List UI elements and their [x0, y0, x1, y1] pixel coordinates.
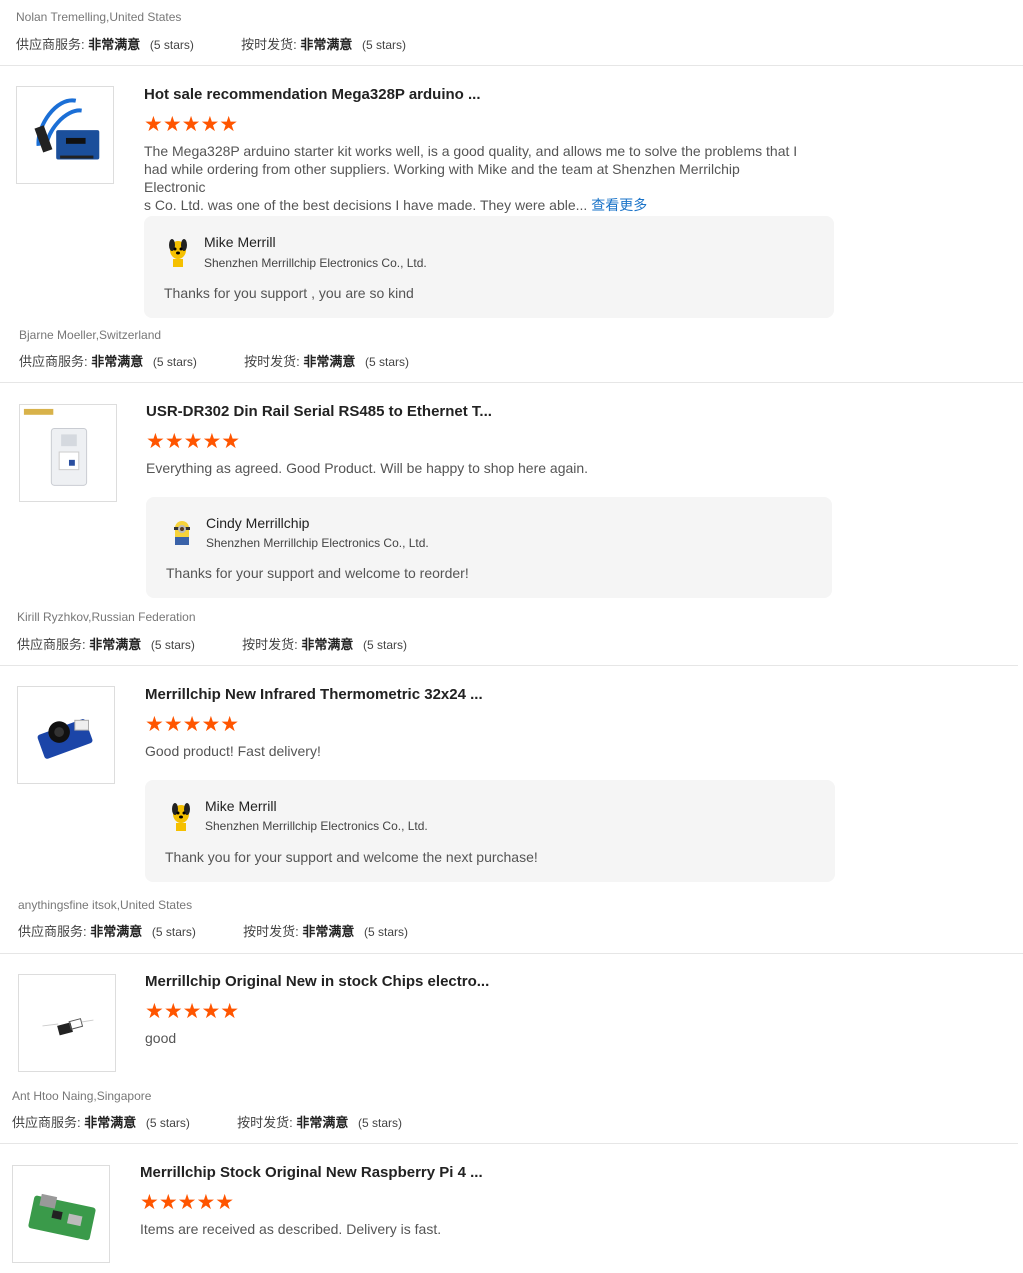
review-text: good	[145, 1030, 177, 1046]
product-title-link[interactable]: Merrillchip Original New in stock Chips …	[145, 973, 489, 990]
service-stars-text: (5 stars)	[145, 1116, 190, 1130]
reply-author-name: Mike Merrill	[205, 798, 277, 814]
product-thumbnail[interactable]	[16, 86, 114, 184]
reply-author-name: Mike Merrill	[204, 234, 276, 250]
reviewer-name: anythingsfine itsok,United States	[18, 898, 193, 912]
shipping-value: 非常满意	[302, 924, 355, 939]
review-text-line: The Mega328P arduino starter kit works w…	[144, 143, 798, 159]
shipping-value: 非常满意	[301, 637, 354, 652]
reviewer-name: Bjarne Moeller,Switzerland	[19, 328, 162, 342]
product-thumbnail[interactable]	[12, 1165, 110, 1263]
product-title-link[interactable]: Merrillchip New Infrared Thermometric 32…	[145, 686, 483, 703]
service-value: 非常满意	[91, 354, 144, 369]
dog-cartoon-avatar-icon	[165, 800, 197, 832]
service-stars-text: (5 stars)	[151, 925, 196, 939]
shipping-value: 非常满意	[296, 1115, 349, 1130]
reply-author-name: Cindy Merrillchip	[206, 515, 310, 531]
service-label: 供应商服务:	[18, 924, 87, 939]
rating-stars: ★★★★★	[145, 713, 240, 736]
shipping-label: 按时发货:	[237, 1115, 293, 1130]
review-text-line: had while ordering from other suppliers.…	[144, 161, 740, 195]
shipping-stars-text: (5 stars)	[363, 638, 408, 652]
product-thumbnail[interactable]	[18, 974, 116, 1072]
service-stars-text: (5 stars)	[150, 638, 195, 652]
reviewer-name: Ant Htoo Naing,Singapore	[12, 1089, 152, 1103]
seller-reply: Mike Merrill Shenzhen Merrillchip Electr…	[144, 216, 834, 318]
reply-message: Thank you for your support and welcome t…	[165, 849, 538, 865]
ratings-row: 供应商服务: 非常满意 (5 stars) 按时发货: 非常满意 (5 star…	[17, 634, 407, 653]
raspberry-pi-image-icon	[28, 1193, 96, 1241]
service-value: 非常满意	[90, 924, 143, 939]
product-thumbnail[interactable]	[19, 404, 117, 502]
shipping-label: 按时发货:	[244, 354, 300, 369]
service-value: 非常满意	[84, 1115, 137, 1130]
ratings-row: 供应商服务: 非常满意 (5 stars) 按时发货: 非常满意 (5 star…	[19, 351, 409, 370]
reply-company: Shenzhen Merrillchip Electronics Co., Lt…	[204, 256, 427, 270]
service-label: 供应商服务:	[19, 354, 88, 369]
shipping-value: 非常满意	[303, 354, 356, 369]
reply-company: Shenzhen Merrillchip Electronics Co., Lt…	[205, 819, 428, 833]
product-title-link[interactable]: Merrillchip Stock Original New Raspberry…	[140, 1164, 483, 1181]
product-title-link[interactable]: Hot sale recommendation Mega328P arduino…	[144, 86, 480, 103]
service-value: 非常满意	[88, 37, 141, 52]
review-text: Items are received as described. Deliver…	[140, 1221, 442, 1237]
rating-stars: ★★★★★	[140, 1191, 235, 1214]
shipping-label: 按时发货:	[241, 37, 297, 52]
din-rail-device-image-icon	[23, 408, 88, 486]
ratings-row: 供应商服务: 非常满意 (5 stars) 按时发货: 非常满意 (5 star…	[16, 34, 406, 53]
thermal-sensor-image-icon	[37, 719, 93, 759]
divider	[0, 382, 1023, 383]
product-title-link[interactable]: USR-DR302 Din Rail Serial RS485 to Ether…	[146, 403, 492, 420]
review-text: Everything as agreed. Good Product. Will…	[146, 460, 589, 476]
rating-stars: ★★★★★	[145, 1000, 240, 1023]
minion-avatar-icon	[166, 517, 198, 549]
dog-cartoon-avatar-icon	[162, 236, 194, 268]
divider	[0, 953, 1023, 954]
review-text-line: s Co. Ltd. was one of the best decisions…	[144, 197, 648, 213]
shipping-label: 按时发货:	[243, 924, 299, 939]
service-label: 供应商服务:	[12, 1115, 81, 1130]
divider	[0, 65, 1023, 66]
rating-stars: ★★★★★	[146, 430, 241, 453]
shipping-value: 非常满意	[300, 37, 353, 52]
shipping-stars-text: (5 stars)	[358, 1116, 403, 1130]
seller-reply: Cindy Merrillchip Shenzhen Merrillchip E…	[146, 497, 832, 598]
service-stars-text: (5 stars)	[152, 355, 197, 369]
service-stars-text: (5 stars)	[149, 38, 194, 52]
reviewer-name: Kirill Ryzhkov,Russian Federation	[17, 610, 196, 624]
chip-image-icon	[42, 1018, 94, 1036]
seller-reply: Mike Merrill Shenzhen Merrillchip Electr…	[145, 780, 835, 882]
ratings-row: 供应商服务: 非常满意 (5 stars) 按时发货: 非常满意 (5 star…	[18, 921, 408, 940]
shipping-label: 按时发货:	[242, 637, 298, 652]
service-label: 供应商服务:	[17, 637, 86, 652]
divider	[0, 1143, 1018, 1144]
product-thumbnail[interactable]	[17, 686, 115, 784]
service-label: 供应商服务:	[16, 37, 85, 52]
see-more-link[interactable]: 查看更多	[591, 197, 647, 213]
service-value: 非常满意	[89, 637, 142, 652]
reply-company: Shenzhen Merrillchip Electronics Co., Lt…	[206, 536, 429, 550]
divider	[0, 665, 1018, 666]
shipping-stars-text: (5 stars)	[364, 925, 409, 939]
ratings-row: 供应商服务: 非常满意 (5 stars) 按时发货: 非常满意 (5 star…	[12, 1112, 402, 1131]
reply-message: Thanks for your support and welcome to r…	[166, 565, 469, 581]
reviewer-name: Nolan Tremelling,United States	[16, 10, 182, 24]
reply-message: Thanks for you support , you are so kind	[164, 285, 414, 301]
arduino-kit-image-icon	[34, 98, 100, 160]
rating-stars: ★★★★★	[144, 113, 239, 136]
shipping-stars-text: (5 stars)	[365, 355, 410, 369]
shipping-stars-text: (5 stars)	[362, 38, 407, 52]
review-text: Good product! Fast delivery!	[145, 743, 321, 759]
review-text: The Mega328P arduino starter kit works w…	[144, 142, 804, 214]
